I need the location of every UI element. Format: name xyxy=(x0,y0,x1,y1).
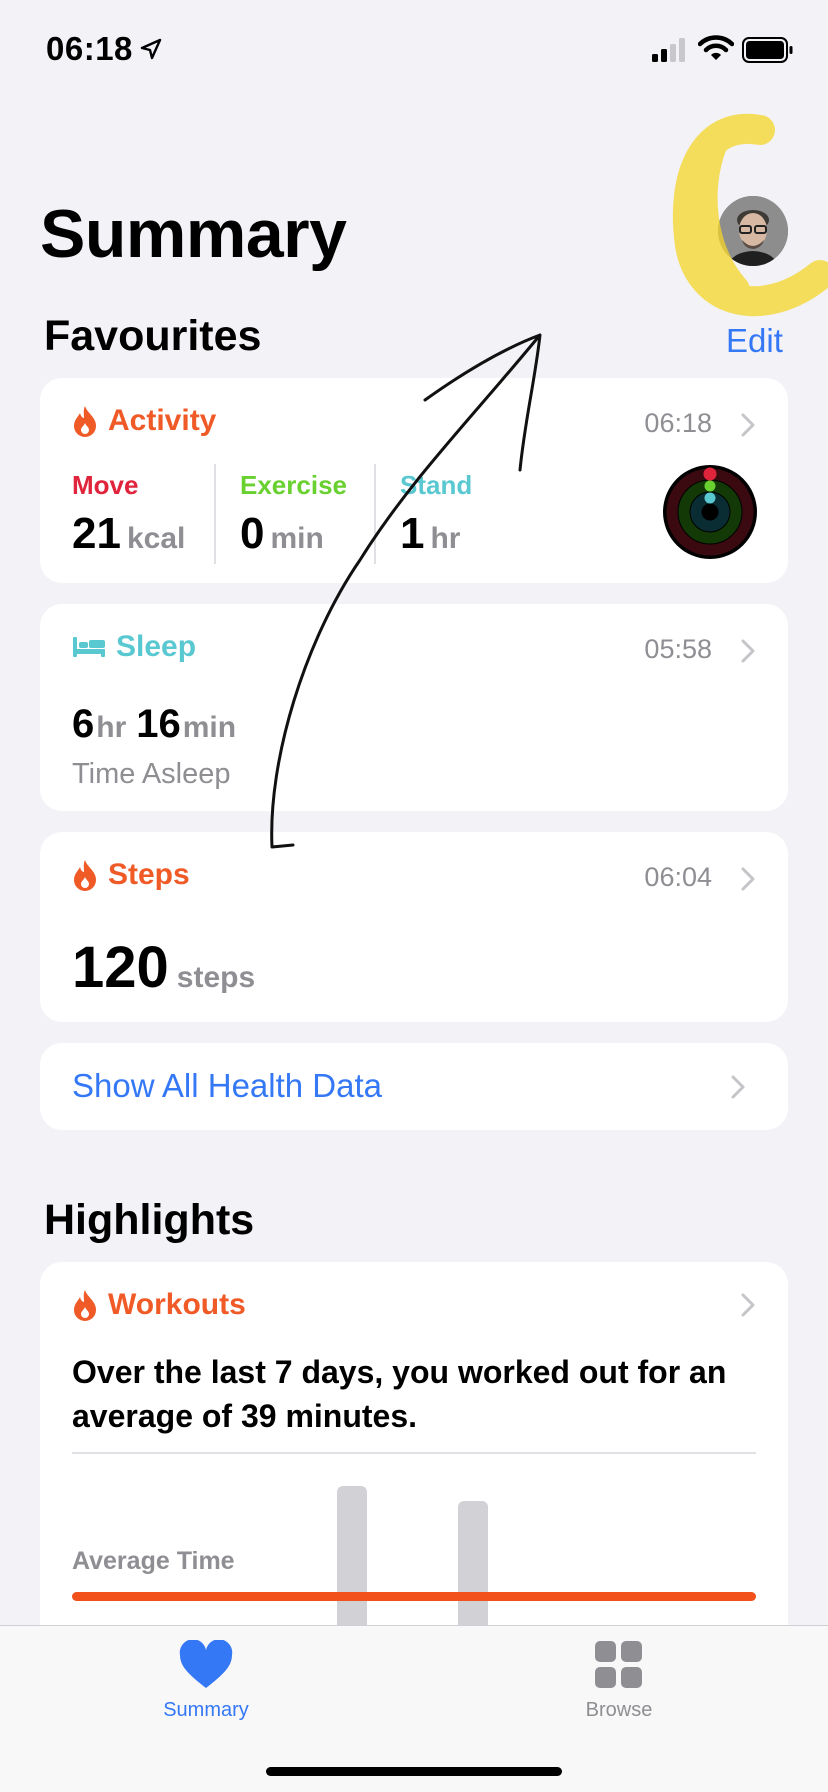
sleep-card-header: Sleep xyxy=(72,630,196,664)
sleep-hours-unit: hr xyxy=(96,711,127,744)
steps-card[interactable]: Steps 06:04 120 steps xyxy=(40,832,788,1022)
edit-button[interactable]: Edit xyxy=(726,322,783,360)
sleep-duration: 6hr 16min xyxy=(72,702,236,747)
highlights-heading: Highlights xyxy=(44,1196,255,1244)
sleep-minutes: 16 xyxy=(136,702,181,746)
exercise-unit: min xyxy=(270,522,324,555)
steps-unit: steps xyxy=(176,961,256,994)
exercise-value: 0 xyxy=(240,509,265,558)
sleep-time: 05:58 xyxy=(644,634,712,664)
page-title: Summary xyxy=(40,196,347,272)
tab-summary[interactable]: Summary xyxy=(106,1639,306,1722)
chevron-right-icon xyxy=(741,867,755,891)
sleep-card[interactable]: Sleep 05:58 6hr 16min Time Asleep xyxy=(40,604,788,811)
sleep-hours: 6 xyxy=(72,702,95,746)
exercise-metric: Exercise 0 min xyxy=(240,470,347,559)
flame-icon xyxy=(74,860,96,891)
heart-icon xyxy=(179,1639,233,1688)
chevron-right-icon xyxy=(731,1075,745,1099)
location-arrow-icon xyxy=(140,38,162,60)
wifi-icon xyxy=(698,35,734,60)
profile-photo-icon xyxy=(718,196,788,266)
activity-time: 06:18 xyxy=(644,408,712,438)
bed-icon xyxy=(73,637,105,657)
metric-divider xyxy=(214,464,216,564)
flame-icon xyxy=(74,1290,96,1321)
workouts-summary-text: Over the last 7 days, you worked out for… xyxy=(72,1354,727,1434)
chevron-right-icon xyxy=(741,639,755,663)
flame-icon xyxy=(74,406,96,437)
activity-rings-icon xyxy=(663,465,757,559)
steps-count: 120 steps xyxy=(72,934,255,1001)
home-indicator xyxy=(266,1767,562,1776)
activity-card[interactable]: Activity 06:18 Move 21 kcal Exercise 0 min… xyxy=(40,378,788,583)
steps-title: Steps xyxy=(108,858,190,891)
metric-divider xyxy=(374,464,376,564)
move-value: 21 xyxy=(72,509,121,558)
exercise-label: Exercise xyxy=(240,470,347,500)
battery-icon xyxy=(742,37,793,63)
tab-browse-label: Browse xyxy=(585,1699,653,1721)
tab-browse[interactable]: Browse xyxy=(519,1640,719,1722)
move-metric: Move 21 kcal xyxy=(72,470,185,559)
stand-unit: hr xyxy=(430,522,461,555)
chevron-right-icon xyxy=(741,1293,755,1317)
favourites-heading: Favourites xyxy=(44,312,262,360)
divider xyxy=(72,1452,756,1454)
sleep-caption: Time Asleep xyxy=(72,758,231,790)
workouts-highlight-card[interactable]: Workouts Over the last 7 days, you worke… xyxy=(40,1262,788,1662)
cellular-signal-icon xyxy=(652,38,685,62)
sleep-title: Sleep xyxy=(116,630,197,663)
status-bar: 06:18 xyxy=(0,0,828,100)
activity-card-header: Activity xyxy=(72,404,216,438)
stand-label: Stand xyxy=(400,470,473,500)
workouts-card-header: Workouts xyxy=(72,1288,246,1322)
profile-avatar[interactable] xyxy=(718,196,788,266)
move-label: Move xyxy=(72,470,139,500)
workouts-title: Workouts xyxy=(108,1288,246,1321)
show-all-health-data-button[interactable]: Show All Health Data xyxy=(40,1043,788,1130)
grid-icon xyxy=(595,1641,642,1688)
status-time: 06:18 xyxy=(46,30,133,67)
show-all-label: Show All Health Data xyxy=(72,1067,383,1104)
stand-value: 1 xyxy=(400,509,425,558)
steps-value: 120 xyxy=(72,935,169,1000)
average-line xyxy=(72,1592,756,1601)
average-time-label: Average Time xyxy=(72,1547,235,1575)
steps-card-header: Steps xyxy=(72,858,190,892)
sleep-minutes-unit: min xyxy=(182,711,237,744)
activity-title: Activity xyxy=(108,404,217,437)
move-unit: kcal xyxy=(126,522,186,555)
tab-summary-label: Summary xyxy=(163,1699,249,1721)
chevron-right-icon xyxy=(741,413,755,437)
steps-time: 06:04 xyxy=(644,862,712,892)
stand-metric: Stand 1 hr xyxy=(400,470,472,559)
